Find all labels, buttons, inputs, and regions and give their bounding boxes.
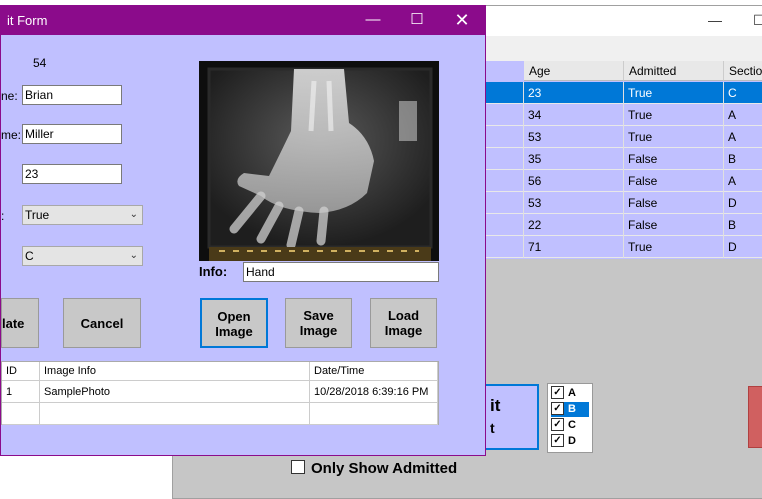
last-name-label: me: xyxy=(1,128,22,142)
update-button[interactable]: late xyxy=(1,298,39,348)
admitted-select[interactable]: True ⌄ xyxy=(22,205,143,225)
table-cell-section[interactable]: D xyxy=(724,192,762,214)
save-image-button[interactable]: Save Image xyxy=(285,298,352,348)
table-cell-age[interactable]: 71 xyxy=(524,236,624,258)
edit-button-label-2: t xyxy=(490,420,495,436)
only-admitted-checkbox[interactable]: Only Show Admitted xyxy=(291,460,457,477)
section-check-d[interactable]: ✓ D xyxy=(551,433,589,449)
first-name-label: ne: xyxy=(1,89,18,103)
table-cell-admitted[interactable]: False xyxy=(624,148,724,170)
chevron-down-icon: ⌄ xyxy=(129,209,138,220)
table-cell-age[interactable]: 22 xyxy=(524,214,624,236)
col-header-datetime[interactable]: Date/Time xyxy=(310,362,438,381)
info-label: Info: xyxy=(199,264,228,279)
info-field[interactable]: Hand xyxy=(243,262,439,282)
maximize-icon[interactable]: ☐ xyxy=(753,12,762,29)
xray-image xyxy=(199,61,439,261)
table-cell-age[interactable]: 56 xyxy=(524,170,624,192)
section-select[interactable]: C ⌄ xyxy=(22,246,143,266)
open-image-label-2: Image xyxy=(215,324,253,339)
open-image-label: Open xyxy=(217,309,251,324)
table-cell-age[interactable]: 53 xyxy=(524,192,624,214)
table-cell-empty[interactable] xyxy=(2,403,40,425)
save-image-label: Save xyxy=(303,308,334,323)
table-cell-age[interactable]: 23 xyxy=(524,82,624,104)
save-image-label-2: Image xyxy=(299,323,338,338)
col-header-image-info[interactable]: Image Info xyxy=(40,362,310,381)
table-cell-admitted[interactable]: False xyxy=(624,192,724,214)
maximize-icon[interactable]: ☐ xyxy=(407,10,427,30)
load-image-button[interactable]: Load Image xyxy=(370,298,437,348)
section-check-c[interactable]: ✓ C xyxy=(551,417,589,433)
edit-button-label: it xyxy=(490,396,501,415)
admitted-label: : xyxy=(1,209,5,223)
only-admitted-label: Only Show Admitted xyxy=(311,460,458,477)
table-cell-admitted[interactable]: True xyxy=(624,236,724,258)
table-cell-admitted[interactable]: True xyxy=(624,82,724,104)
table-cell-empty[interactable] xyxy=(310,403,438,425)
id-value: 54 xyxy=(33,56,47,70)
cancel-button[interactable]: Cancel xyxy=(63,298,141,348)
red-action-button[interactable] xyxy=(748,386,762,448)
table-cell-section[interactable]: B xyxy=(724,148,762,170)
table-cell-admitted[interactable]: True xyxy=(624,104,724,126)
table-cell-admitted[interactable]: True xyxy=(624,126,724,148)
table-cell-age[interactable]: 35 xyxy=(524,148,624,170)
table-cell-admitted[interactable]: False xyxy=(624,170,724,192)
load-image-label: Load xyxy=(387,308,420,323)
checkbox-icon[interactable] xyxy=(291,460,305,475)
minimize-icon[interactable]: — xyxy=(363,10,383,30)
table-cell-section[interactable]: C xyxy=(724,82,762,104)
edit-button[interactable]: it t xyxy=(482,384,539,450)
close-icon[interactable]: ✕ xyxy=(452,10,472,30)
load-image-label-2: Image xyxy=(384,323,423,338)
images-grid[interactable]: ID Image Info Date/Time 1 SamplePhoto 10… xyxy=(1,361,439,425)
table-cell-section[interactable]: D xyxy=(724,236,762,258)
table-cell-empty[interactable] xyxy=(40,403,310,425)
table-cell-age[interactable]: 53 xyxy=(524,126,624,148)
col-header-section[interactable]: Section xyxy=(724,61,762,81)
last-name-field[interactable]: Miller xyxy=(22,124,122,144)
col-header-admitted[interactable]: Admitted xyxy=(624,61,724,81)
table-cell-section[interactable]: A xyxy=(724,126,762,148)
table-cell-section[interactable]: A xyxy=(724,104,762,126)
minimize-icon[interactable]: — xyxy=(708,12,722,28)
section-value: C xyxy=(25,249,34,263)
section-check-a[interactable]: ✓ A xyxy=(551,385,589,401)
chevron-down-icon: ⌄ xyxy=(129,250,138,261)
edit-form-dialog: it Form — ☐ ✕ 54 ne: Brian me: Miller 23… xyxy=(0,5,486,456)
open-image-button[interactable]: Open Image xyxy=(200,298,268,348)
col-header-age[interactable]: Age xyxy=(524,61,624,81)
table-cell-section[interactable]: B xyxy=(724,214,762,236)
section-checklist[interactable]: ✓ A ✓ B ✓ C ✓ D xyxy=(547,383,593,453)
dialog-title: it Form xyxy=(7,13,48,28)
dialog-title-bar: it Form — ☐ ✕ xyxy=(1,6,485,35)
table-cell-admitted[interactable]: False xyxy=(624,214,724,236)
age-field[interactable]: 23 xyxy=(22,164,122,184)
admitted-value: True xyxy=(25,208,50,222)
table-cell-age[interactable]: 34 xyxy=(524,104,624,126)
table-cell-section[interactable]: A xyxy=(724,170,762,192)
table-cell-id[interactable]: 1 xyxy=(2,381,40,403)
table-cell-datetime[interactable]: 10/28/2018 6:39:16 PM xyxy=(310,381,438,403)
col-header-id[interactable]: ID xyxy=(2,362,40,381)
section-check-b[interactable]: ✓ B xyxy=(551,401,589,417)
table-cell-image-info[interactable]: SamplePhoto xyxy=(40,381,310,403)
first-name-field[interactable]: Brian xyxy=(22,85,122,105)
